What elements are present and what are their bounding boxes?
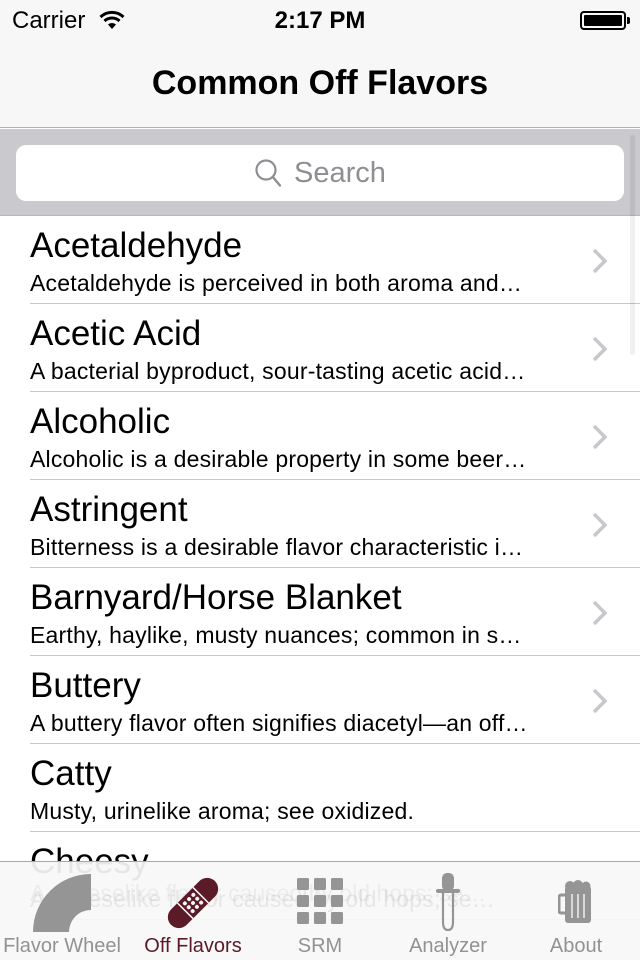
list-item[interactable]: Buttery A buttery flavor often signifies … (30, 656, 640, 744)
list-item-subtitle: Bitterness is a desirable flavor charact… (30, 534, 524, 560)
search-icon (255, 159, 282, 187)
list-item-subtitle: Musty, urinelike aroma; see oxidized. (30, 798, 415, 824)
list-item-title: Acetic Acid (30, 314, 202, 353)
list-item-subtitle: A bacterial byproduct, sour-tasting acet… (30, 358, 526, 384)
chevron-right-icon (592, 336, 608, 362)
tab-srm[interactable]: SRM (262, 862, 378, 960)
list-item-title: Catty (30, 754, 112, 793)
battery-full-icon (580, 11, 626, 30)
search-input[interactable]: Search (16, 145, 624, 201)
top-bar: Carrier 2:17 PM Common Off Flavors (0, 0, 640, 128)
list-item-subtitle: Alcoholic is a desirable property in som… (30, 446, 527, 472)
tab-label: Off Flavors (144, 935, 242, 957)
list-item[interactable]: Alcoholic Alcoholic is a desirable proper… (30, 392, 640, 480)
off-flavors-list: Acetaldehyde Acetaldehyde is perceived in… (0, 216, 640, 920)
tab-label: Flavor Wheel (3, 935, 121, 957)
list-item-subtitle: Acetaldehyde is perceived in both aroma … (30, 270, 523, 296)
flavor-wheel-icon (33, 874, 91, 932)
page-title: Common Off Flavors (151, 64, 489, 102)
tab-analyzer[interactable]: Analyzer (388, 862, 508, 960)
list-item-title: Acetaldehyde (30, 226, 243, 265)
list-item-subtitle: A buttery flavor often signifies diacety… (30, 710, 528, 736)
clock: 2:17 PM (274, 7, 366, 34)
list-item-title: Barnyard/Horse Blanket (30, 578, 402, 617)
scroll-indicator[interactable] (630, 135, 635, 355)
tab-bar: A cheeselike flavor caused by old hops; … (0, 861, 640, 960)
list-item[interactable]: Acetaldehyde Acetaldehyde is perceived in… (30, 216, 640, 304)
tab-label: Analyzer (409, 935, 487, 957)
grid-icon (297, 878, 343, 924)
beer-mug-icon (558, 880, 591, 923)
list-item-subtitle: Earthy, haylike, musty nuances; common i… (30, 622, 522, 648)
chevron-right-icon (592, 512, 608, 538)
tab-flavor-wheel[interactable]: Flavor Wheel (0, 862, 124, 960)
list-item-title: Alcoholic (30, 402, 171, 441)
tab-label: About (549, 935, 603, 957)
dropper-icon (436, 873, 460, 932)
status-bar: Carrier 2:17 PM (0, 0, 640, 40)
list-item[interactable]: Barnyard/Horse Blanket Earthy, haylike, m… (30, 568, 640, 656)
chevron-right-icon (592, 424, 608, 450)
list-item[interactable]: Acetic Acid A bacterial byproduct, sour-t… (30, 304, 640, 392)
bandage-icon (167, 877, 219, 929)
tab-label: SRM (297, 935, 343, 957)
battery-tip (627, 17, 630, 24)
list-item[interactable]: Astringent Bitterness is a desirable flav… (30, 480, 640, 568)
tab-off-flavors[interactable]: Off Flavors (124, 862, 262, 960)
list-item-title: Astringent (30, 490, 188, 529)
chevron-right-icon (592, 600, 608, 626)
search-placeholder: Search (294, 156, 386, 189)
list-item-title: Buttery (30, 666, 141, 705)
list-item[interactable]: Catty Musty, urinelike aroma; see oxidize… (30, 744, 640, 832)
chevron-right-icon (592, 248, 608, 274)
chevron-right-icon (592, 688, 608, 714)
search-bar: Search (0, 129, 640, 216)
tab-about[interactable]: About (518, 862, 634, 960)
